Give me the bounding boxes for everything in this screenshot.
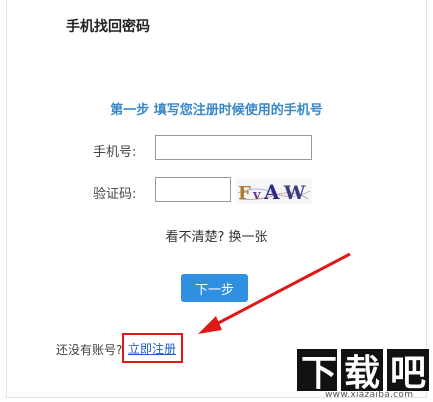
svg-text:吧: 吧 [390, 353, 426, 394]
svg-text:下: 下 [301, 353, 337, 394]
watermark-url: www.xiazaiba.com [325, 390, 414, 400]
red-arrow-icon [198, 252, 351, 334]
svg-text:载: 载 [344, 353, 380, 394]
